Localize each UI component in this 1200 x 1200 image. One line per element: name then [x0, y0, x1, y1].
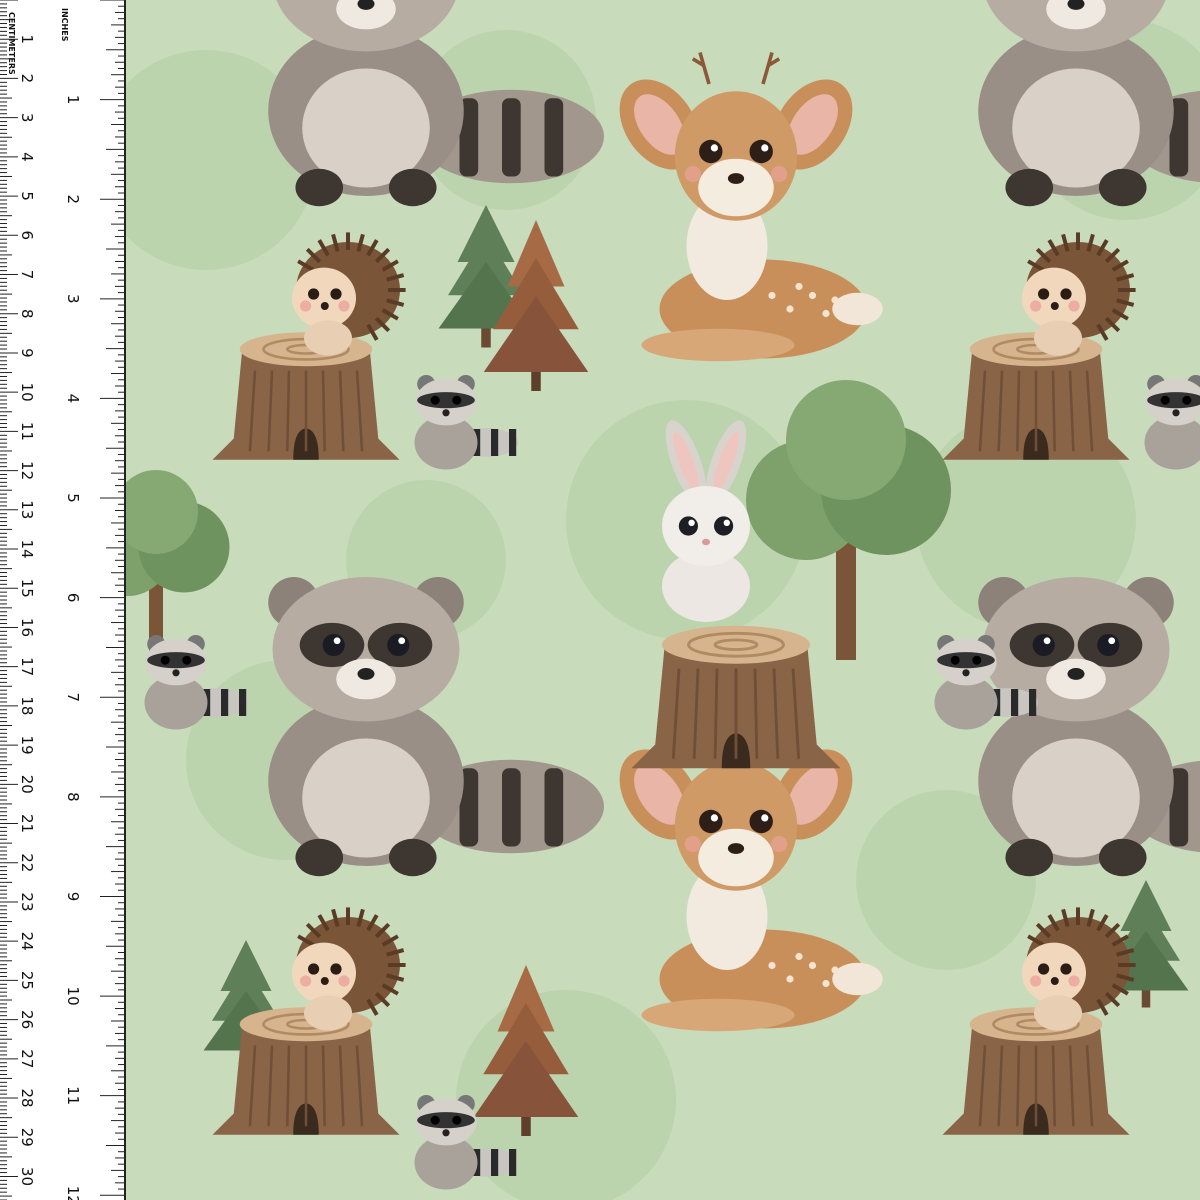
cm-number: 15: [18, 579, 36, 598]
cm-number: 3: [18, 113, 36, 123]
cm-number: 7: [18, 270, 36, 280]
inch-number: 12: [64, 1186, 82, 1200]
cm-number: 24: [18, 932, 36, 951]
cm-number: 22: [18, 853, 36, 872]
cm-number: 6: [18, 231, 36, 241]
ruler-graphic: CENTIMETERS INCHES12345678910111213141516…: [0, 0, 124, 1200]
centimeters-label: CENTIMETERS: [7, 12, 16, 75]
inch-number: 8: [64, 792, 82, 802]
inch-number: 1: [64, 95, 82, 105]
fabric-swatch-screenshot: CENTIMETERS INCHES 1 2 3 4 5 6 7 8 9 10 11 12 13 14 15 16…: [0, 0, 1200, 1200]
inch-number: 2: [64, 194, 82, 204]
cm-number: 29: [18, 1128, 36, 1147]
cm-number: 16: [18, 618, 36, 637]
inch-number: 7: [64, 692, 82, 702]
cm-number: 30: [18, 1167, 36, 1186]
cm-number: 17: [18, 657, 36, 676]
tree-stump-icon: [942, 332, 1130, 460]
tree-stump-icon: [212, 332, 400, 460]
measuring-ruler: CENTIMETERS INCHES 1 2 3 4 5 6 7 8 9 10 11 12 13 14 15 16…: [0, 0, 126, 1200]
inch-number: 3: [64, 294, 82, 304]
cm-number: 12: [18, 461, 36, 480]
woodland-animal-pattern: [126, 0, 1200, 1200]
inch-number: 9: [64, 892, 82, 902]
cm-number: 9: [18, 348, 36, 358]
cm-number: 26: [18, 1010, 36, 1029]
cm-number: 1: [18, 34, 36, 44]
cm-number: 19: [18, 736, 36, 755]
cm-number: 2: [18, 74, 36, 84]
inch-number: 4: [64, 394, 82, 404]
cm-number: 25: [18, 971, 36, 990]
cm-number: 4: [18, 152, 36, 162]
inch-number: 6: [64, 593, 82, 603]
cm-number: 11: [18, 422, 36, 441]
cm-number: 28: [18, 1088, 36, 1107]
inch-number: 11: [64, 1086, 82, 1105]
cm-number: 14: [18, 539, 36, 558]
cm-number: 23: [18, 892, 36, 911]
fabric-print: [126, 0, 1200, 1200]
tree-stump-icon: [631, 625, 841, 769]
inches-label: INCHES: [60, 8, 69, 42]
inch-number: 5: [64, 493, 82, 503]
cm-number: 8: [18, 309, 36, 319]
cm-number: 5: [18, 191, 36, 201]
tree-stump-icon: [942, 1007, 1130, 1135]
cm-number: 13: [18, 500, 36, 519]
inch-number: 10: [64, 987, 82, 1006]
cm-number: 27: [18, 1049, 36, 1068]
cm-number: 18: [18, 696, 36, 715]
cm-number: 20: [18, 775, 36, 794]
cm-number: 10: [18, 383, 36, 402]
cm-number: 21: [18, 814, 36, 833]
tree-stump-icon: [212, 1007, 400, 1135]
